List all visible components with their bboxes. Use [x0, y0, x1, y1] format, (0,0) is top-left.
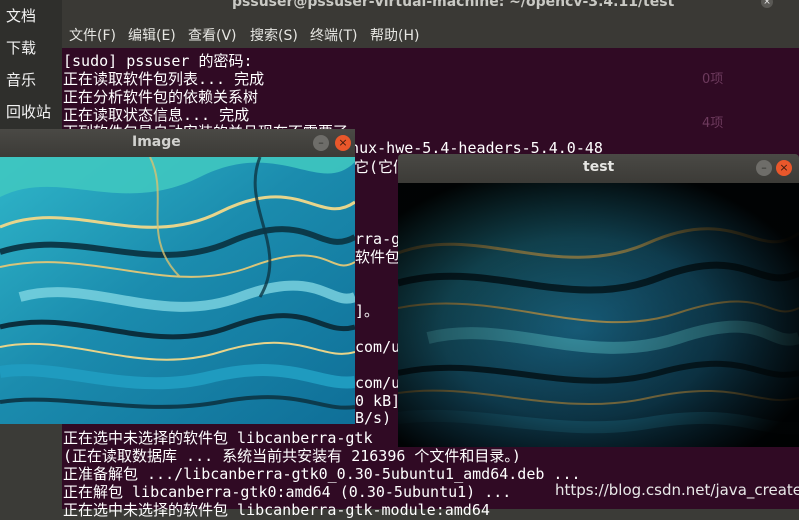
minimize-icon[interactable]: –: [313, 135, 329, 151]
image-window[interactable]: Image – ×: [0, 129, 355, 424]
terminal-menubar: 文件(F) 编辑(E) 查看(V) 搜索(S) 终端(T) 帮助(H): [62, 14, 799, 48]
menu-help[interactable]: 帮助(H): [370, 25, 419, 45]
terminal-line: ]。: [355, 302, 380, 320]
desktop-sidebar: 文档 下载 音乐 回收站: [0, 0, 62, 140]
terminal-title: pssuser@pssuser-virtual-machine: ~/openc…: [232, 0, 675, 10]
close-icon[interactable]: ×: [335, 135, 351, 151]
menu-terminal[interactable]: 终端(T): [310, 25, 357, 45]
marble-image: [0, 157, 355, 424]
close-icon[interactable]: ×: [776, 160, 792, 176]
faint-item-count: 0项: [702, 72, 724, 87]
terminal-line: 软件包: [355, 248, 401, 266]
image-window-canvas: [0, 157, 355, 424]
menu-file[interactable]: 文件(F): [69, 25, 116, 45]
test-window-canvas: [398, 183, 799, 447]
terminal-line: 正在选中未选择的软件包 libcanberra-gtk-module:amd64: [63, 501, 490, 519]
sidebar-item-music[interactable]: 音乐: [6, 69, 36, 90]
minimize-icon[interactable]: –: [756, 160, 772, 176]
menu-view[interactable]: 查看(V): [188, 25, 237, 45]
sidebar-item-trash[interactable]: 回收站: [6, 101, 51, 122]
terminal-close-icon[interactable]: ×: [761, 0, 773, 8]
terminal-line: B/s): [355, 409, 392, 427]
terminal-line: 0 kB]: [355, 392, 401, 410]
menu-edit[interactable]: 编辑(E): [128, 25, 176, 45]
image-window-titlebar[interactable]: Image – ×: [0, 129, 355, 157]
watermark-text: https://blog.csdn.net/java_creater: [555, 481, 799, 499]
sidebar-item-downloads[interactable]: 下载: [6, 37, 36, 58]
test-window-titlebar[interactable]: test – ×: [398, 154, 799, 183]
test-window[interactable]: test – ×: [398, 154, 799, 447]
sidebar-item-documents[interactable]: 文档: [6, 5, 36, 26]
faint-item-count: 4项: [702, 116, 724, 131]
image-window-title: Image: [132, 134, 181, 150]
terminal-titlebar[interactable]: pssuser@pssuser-virtual-machine: ~/openc…: [62, 0, 799, 14]
menu-search[interactable]: 搜索(S): [250, 25, 298, 45]
test-window-title: test: [583, 159, 615, 175]
vignette-image: [398, 183, 799, 447]
